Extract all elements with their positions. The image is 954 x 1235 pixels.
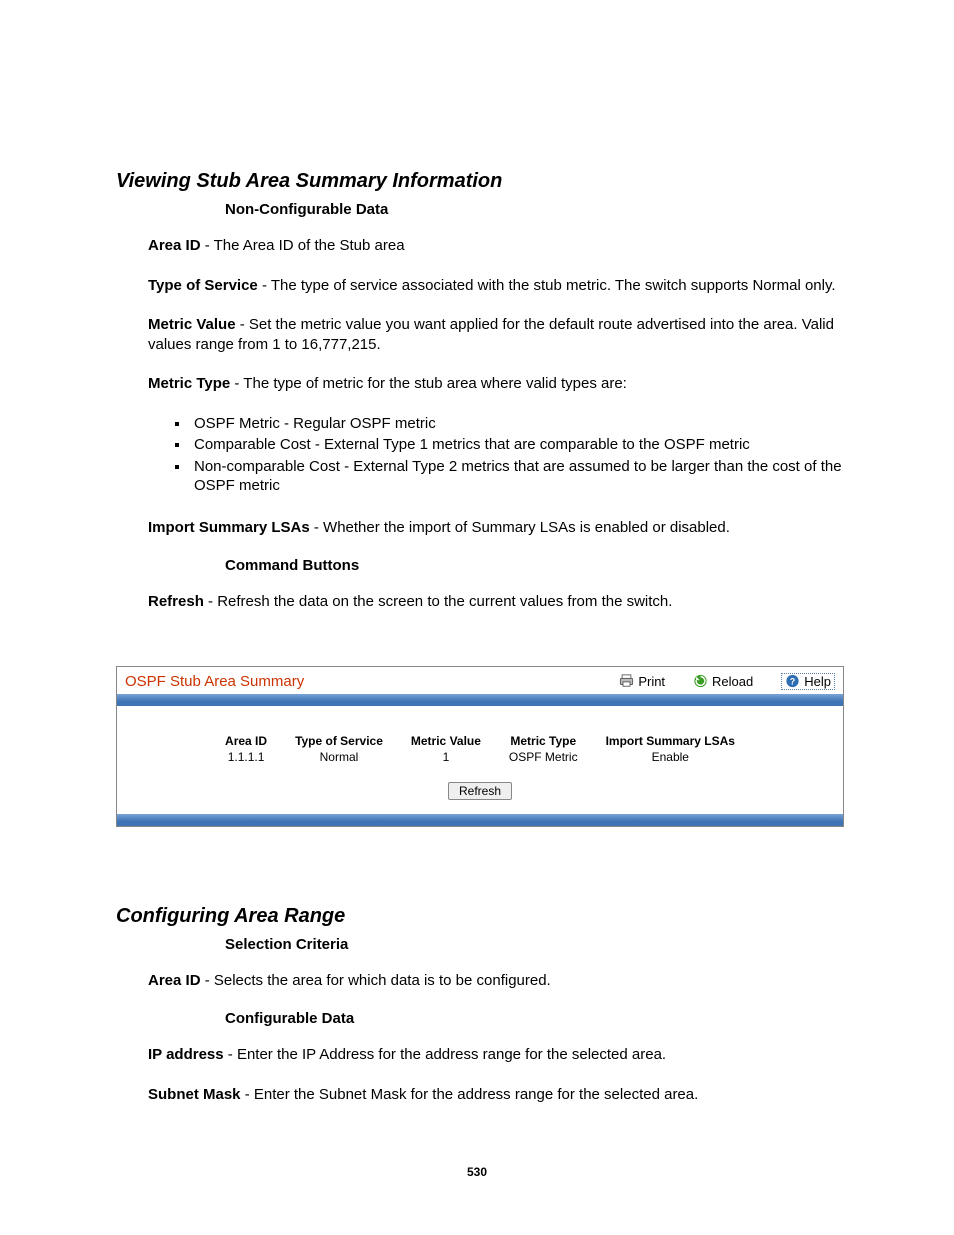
th-import: Import Summary LSAs (592, 734, 749, 750)
ip-para: IP address - Enter the IP Address for th… (148, 1045, 844, 1065)
tos-text: - The type of service associated with th… (258, 277, 836, 294)
td-metric-value: 1 (397, 750, 495, 764)
td-metric-type: OSPF Metric (495, 750, 592, 764)
page-number: 530 (0, 1165, 954, 1179)
import-lsa-label: Import Summary LSAs (148, 519, 310, 536)
metric-type-label: Metric Type (148, 375, 230, 392)
section1-title: Viewing Stub Area Summary Information (116, 170, 844, 193)
import-lsa-para: Import Summary LSAs - Whether the import… (148, 518, 844, 538)
import-lsa-text: - Whether the import of Summary LSAs is … (310, 519, 730, 536)
svg-text:?: ? (790, 677, 795, 687)
metric-type-list: OSPF Metric - Regular OSPF metric Compar… (162, 414, 844, 496)
refresh-para: Refresh - Refresh the data on the screen… (148, 592, 844, 612)
mask-para: Subnet Mask - Enter the Subnet Mask for … (148, 1085, 844, 1105)
s2-area-id-para: Area ID - Selects the area for which dat… (148, 971, 844, 991)
reload-button[interactable]: Reload (693, 674, 753, 689)
ip-text: - Enter the IP Address for the address r… (224, 1046, 666, 1063)
panel-header: OSPF Stub Area Summary Print Reload ? He… (117, 667, 843, 694)
th-area-id: Area ID (211, 734, 281, 750)
panel-body: Area ID Type of Service Metric Value Met… (117, 706, 843, 814)
ip-label: IP address (148, 1046, 224, 1063)
th-metric-type: Metric Type (495, 734, 592, 750)
summary-table: Area ID Type of Service Metric Value Met… (211, 734, 749, 764)
s2-area-id-text: - Selects the area for which data is to … (201, 972, 551, 989)
list-item: Comparable Cost - External Type 1 metric… (190, 435, 844, 455)
help-label: Help (804, 674, 831, 689)
td-area-id: 1.1.1.1 (211, 750, 281, 764)
sub-nonconfig-data: Non-Configurable Data (225, 201, 844, 218)
s2-area-id-label: Area ID (148, 972, 201, 989)
refresh-text: - Refresh the data on the screen to the … (204, 593, 673, 610)
td-import: Enable (592, 750, 749, 764)
refresh-label: Refresh (148, 593, 204, 610)
mask-text: - Enter the Subnet Mask for the address … (241, 1086, 699, 1103)
metric-value-label: Metric Value (148, 316, 236, 333)
panel-title: OSPF Stub Area Summary (125, 673, 591, 690)
panel-top-bar (117, 694, 843, 706)
metric-value-para: Metric Value - Set the metric value you … (148, 315, 844, 354)
th-tos: Type of Service (281, 734, 397, 750)
printer-icon (619, 674, 634, 688)
section2-title: Configuring Area Range (116, 905, 844, 928)
reload-label: Reload (712, 674, 753, 689)
panel-bottom-bar (117, 814, 843, 826)
sub-command-buttons: Command Buttons (225, 557, 844, 574)
area-id-para: Area ID - The Area ID of the Stub area (148, 236, 844, 256)
ospf-panel: OSPF Stub Area Summary Print Reload ? He… (116, 666, 844, 827)
tos-para: Type of Service - The type of service as… (148, 276, 844, 296)
table-header-row: Area ID Type of Service Metric Value Met… (211, 734, 749, 750)
metric-type-para: Metric Type - The type of metric for the… (148, 374, 844, 394)
metric-value-text: - Set the metric value you want applied … (148, 316, 834, 353)
print-label: Print (638, 674, 665, 689)
list-item: OSPF Metric - Regular OSPF metric (190, 414, 844, 434)
tos-label: Type of Service (148, 277, 258, 294)
refresh-button[interactable]: Refresh (448, 782, 512, 800)
sub-selection-criteria: Selection Criteria (225, 936, 844, 953)
reload-icon (693, 674, 708, 688)
print-button[interactable]: Print (619, 674, 665, 689)
table-row: 1.1.1.1 Normal 1 OSPF Metric Enable (211, 750, 749, 764)
td-tos: Normal (281, 750, 397, 764)
list-item: Non-comparable Cost - External Type 2 me… (190, 457, 844, 496)
sub-configurable-data: Configurable Data (225, 1010, 844, 1027)
th-metric-value: Metric Value (397, 734, 495, 750)
metric-type-text: - The type of metric for the stub area w… (230, 375, 627, 392)
help-button[interactable]: ? Help (781, 673, 835, 690)
mask-label: Subnet Mask (148, 1086, 241, 1103)
area-id-text: - The Area ID of the Stub area (201, 237, 405, 254)
area-id-label: Area ID (148, 237, 201, 254)
help-icon: ? (785, 674, 800, 688)
